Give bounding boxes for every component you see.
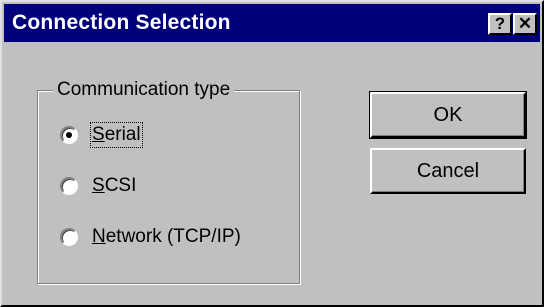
help-button[interactable]: ?: [488, 13, 512, 35]
help-icon: ?: [494, 14, 506, 33]
ok-button-label: OK: [433, 103, 463, 126]
accelerator-key: S: [92, 175, 105, 196]
ok-button[interactable]: OK: [369, 91, 527, 139]
radio-serial-indicator[interactable]: [60, 126, 78, 144]
radio-network[interactable]: Network (TCP/IP): [60, 224, 241, 250]
accelerator-key: N: [92, 226, 106, 247]
label-rest: CSI: [104, 175, 137, 196]
connection-selection-dialog: Connection Selection ? ✕ Communication t…: [0, 0, 544, 307]
radio-network-indicator[interactable]: [60, 228, 78, 246]
close-icon: ✕: [517, 14, 533, 33]
radio-scsi-label: SCSI: [92, 175, 136, 197]
group-legend: Communication type: [53, 79, 235, 101]
radio-serial-label: Serial: [90, 122, 143, 148]
accelerator-key: S: [92, 124, 105, 145]
cancel-button-label: Cancel: [416, 159, 480, 182]
radio-serial[interactable]: Serial: [60, 122, 143, 148]
radio-network-label: Network (TCP/IP): [92, 226, 241, 248]
radio-scsi-indicator[interactable]: [60, 177, 78, 195]
label-rest: etwork (TCP/IP): [105, 226, 241, 247]
radio-scsi[interactable]: SCSI: [60, 173, 136, 199]
window-title: Connection Selection: [12, 11, 231, 34]
label-rest: erial: [104, 124, 141, 145]
close-button[interactable]: ✕: [513, 13, 537, 35]
title-bar[interactable]: Connection Selection ? ✕: [4, 4, 540, 42]
cancel-button[interactable]: Cancel: [370, 148, 526, 194]
